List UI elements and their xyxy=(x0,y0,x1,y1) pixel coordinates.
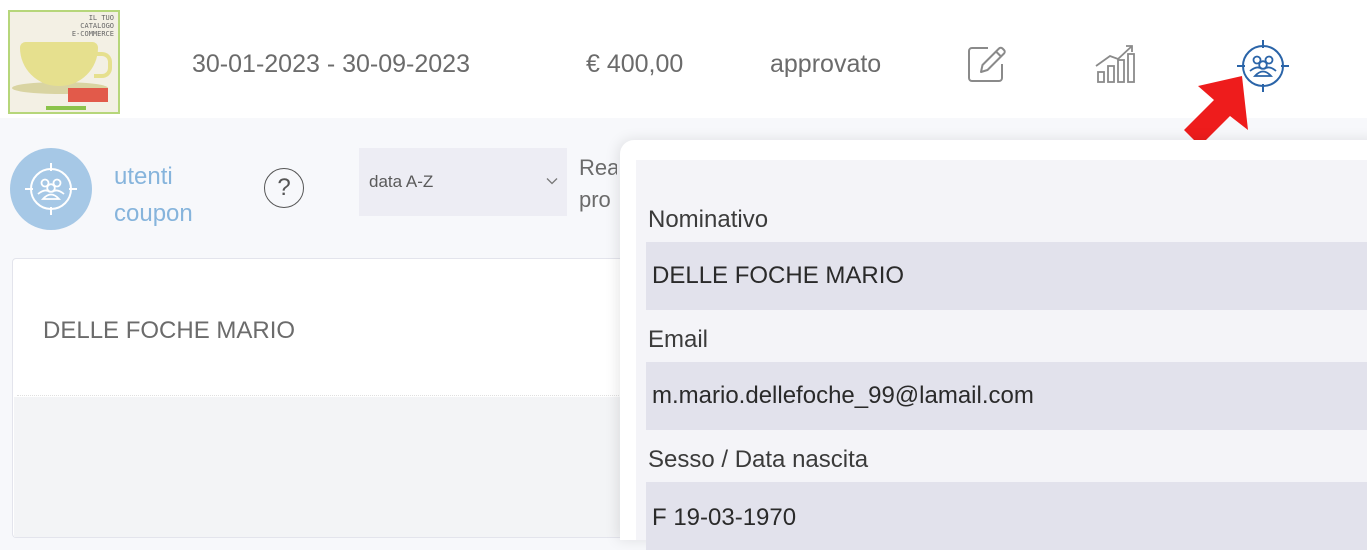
thumbnail-tag xyxy=(68,88,108,102)
section-title: utenti coupon xyxy=(114,158,193,232)
user-detail-panel: Nominativo DELLE FOCHE MARIO Email m.mar… xyxy=(620,140,1367,550)
email-field[interactable]: m.mario.dellefoche_99@lamail.com xyxy=(646,362,1367,430)
gender-birthdate-label: Sesso / Data nascita xyxy=(648,446,869,473)
campaign-thumbnail[interactable]: IL TUO CATALOGO E-COMMERCE xyxy=(8,10,120,114)
sort-select[interactable]: data A-Z xyxy=(359,148,567,216)
list-divider xyxy=(17,395,647,396)
email-label: Email xyxy=(648,326,709,353)
help-icon: ? xyxy=(277,174,291,201)
section-title-line1: utenti xyxy=(114,163,173,190)
gender-birthdate-field[interactable]: F 19-03-1970 xyxy=(646,482,1367,550)
pointer-arrow xyxy=(1184,76,1248,146)
sort-select-value: data A-Z xyxy=(369,172,434,191)
list-empty-area xyxy=(14,397,650,537)
users-section-badge xyxy=(10,148,92,230)
list-item[interactable]: DELLE FOCHE MARIO xyxy=(43,317,295,345)
edit-icon[interactable] xyxy=(962,40,1010,88)
campaign-header: IL TUO CATALOGO E-COMMERCE 30-01-2023 - … xyxy=(0,0,1367,146)
campaign-status: approvato xyxy=(770,50,882,78)
nominativo-label: Nominativo xyxy=(648,206,769,233)
user-detail-form: Nominativo DELLE FOCHE MARIO Email m.mar… xyxy=(636,160,1367,550)
thumbnail-title: IL TUO CATALOGO E-COMMERCE xyxy=(71,14,114,38)
section-title-line2: coupon xyxy=(114,200,193,227)
chevron-down-icon xyxy=(546,178,558,185)
users-list: DELLE FOCHE MARIO xyxy=(12,258,652,538)
truncated-label: Rea pro xyxy=(579,155,617,212)
thumbnail-footer xyxy=(46,106,86,110)
stats-icon[interactable] xyxy=(1090,40,1138,88)
thumbnail-cup-image xyxy=(20,42,112,86)
campaign-amount: € 400,00 xyxy=(586,50,684,78)
nominativo-field[interactable]: DELLE FOCHE MARIO xyxy=(646,242,1367,310)
help-button[interactable]: ? xyxy=(264,168,304,208)
users-target-badge-icon xyxy=(25,163,77,215)
campaign-dates: 30-01-2023 - 30-09-2023 xyxy=(192,50,470,78)
